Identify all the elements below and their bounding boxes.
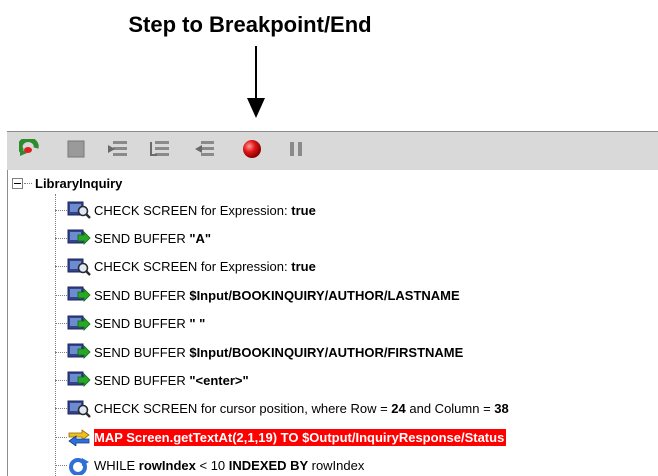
step-to-breakpoint-icon (242, 139, 262, 164)
tree-row[interactable]: SEND BUFFER "A" (55, 227, 211, 249)
check-screen-icon (67, 400, 91, 418)
tree-root-node[interactable]: LibraryInquiry (8, 172, 122, 194)
step-over-icon (149, 139, 171, 164)
tree-row[interactable]: SEND BUFFER " " (55, 313, 205, 335)
tree-row-label: CHECK SCREEN for Expression: true (94, 202, 316, 218)
tree-row-label: SEND BUFFER "A" (94, 230, 212, 246)
debug-toolbar (7, 131, 658, 171)
stop-button[interactable] (65, 140, 87, 162)
step-to-breakpoint-button[interactable] (241, 139, 263, 164)
tree-row-label: SEND BUFFER " " (94, 316, 206, 332)
tree-row-label: MAP Screen.getTextAt(2,1,19) TO $Output/… (94, 428, 507, 446)
send-buffer-icon (67, 315, 91, 333)
send-buffer-icon (67, 286, 91, 304)
check-screen-icon (67, 201, 91, 219)
stop-icon (67, 140, 85, 163)
tree-row[interactable]: CHECK SCREEN for Expression: true (55, 256, 316, 278)
tree-row-label: SEND BUFFER $Input/BOOKINQUIRY/AUTHOR/LA… (94, 287, 460, 303)
tree-row-label: SEND BUFFER $Input/BOOKINQUIRY/AUTHOR/FI… (94, 344, 464, 360)
callout-title: Step to Breakpoint/End (128, 12, 372, 37)
send-buffer-icon (67, 229, 91, 247)
tree-root-label: LibraryInquiry (35, 175, 123, 191)
tree-row[interactable]: CHECK SCREEN for cursor position, where … (55, 398, 509, 420)
tree-row-label: CHECK SCREEN for cursor position, where … (94, 401, 509, 417)
run-button[interactable] (17, 136, 41, 164)
tree-row[interactable]: WHILE rowIndex < 10 INDEXED BY rowIndex (55, 455, 364, 476)
action-tree: LibraryInquiry CHECK SCREEN for Expressi… (7, 170, 658, 476)
tree-row-selected[interactable]: MAP Screen.getTextAt(2,1,19) TO $Output/… (55, 426, 507, 448)
step-into-icon (107, 139, 129, 164)
check-screen-icon (67, 258, 91, 276)
tree-row[interactable]: SEND BUFFER $Input/BOOKINQUIRY/AUTHOR/FI… (55, 341, 463, 363)
callout-arrow-line (255, 46, 257, 106)
while-loop-icon (67, 457, 91, 475)
tree-row-label: SEND BUFFER "<enter>" (94, 372, 249, 388)
step-out-icon (193, 139, 215, 164)
tree-row[interactable]: SEND BUFFER $Input/BOOKINQUIRY/AUTHOR/LA… (55, 284, 460, 306)
tree-row[interactable]: SEND BUFFER "<enter>" (55, 369, 249, 391)
tree-row[interactable]: CHECK SCREEN for Expression: true (55, 199, 316, 221)
send-buffer-icon (67, 343, 91, 361)
map-icon (67, 428, 91, 447)
callout-arrow-head (247, 98, 265, 118)
step-to-breakpoint-callout: Step to Breakpoint/End (0, 0, 658, 135)
step-out-button[interactable] (193, 140, 215, 162)
pause-icon (286, 139, 306, 164)
send-buffer-icon (67, 371, 91, 389)
tree-row-label: CHECK SCREEN for Expression: true (94, 259, 316, 275)
tree-row-label: WHILE rowIndex < 10 INDEXED BY rowIndex (94, 458, 365, 474)
pause-button[interactable] (285, 140, 307, 162)
collapse-icon[interactable] (12, 177, 23, 189)
run-icon (17, 136, 41, 164)
step-over-button[interactable] (149, 140, 171, 162)
step-into-button[interactable] (107, 140, 129, 162)
